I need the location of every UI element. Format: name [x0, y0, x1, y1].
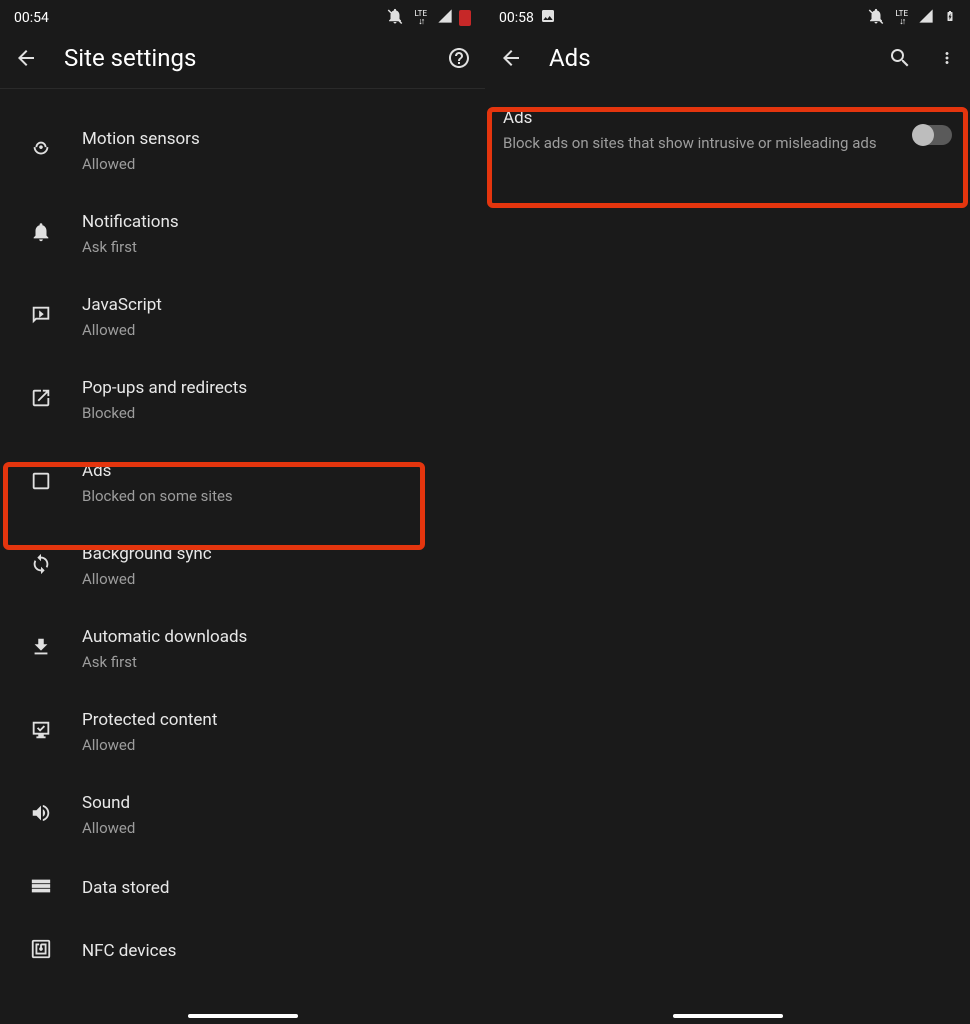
status-clock: 00:58: [499, 10, 534, 26]
nfc-icon: [30, 938, 52, 964]
item-title: Protected content: [82, 709, 485, 733]
gesture-bar: [673, 1014, 783, 1018]
notifications-item[interactable]: Notifications Ask first: [0, 195, 485, 273]
status-clock: 00:54: [14, 10, 49, 26]
ads-screen: 00:58 LTE↓↑ Ads: [485, 0, 970, 1024]
app-header: Site settings: [0, 34, 485, 88]
back-button[interactable]: [499, 46, 523, 70]
ads-item[interactable]: Ads Blocked on some sites: [0, 444, 485, 522]
battery-low-icon: [459, 10, 471, 26]
ads-toggle-switch[interactable]: [914, 125, 952, 145]
item-title: JavaScript: [82, 294, 485, 318]
item-subtitle: Allowed: [82, 818, 485, 838]
download-icon: [30, 636, 52, 662]
item-title: Data stored: [82, 877, 485, 901]
item-title: Pop-ups and redirects: [82, 377, 485, 401]
item-subtitle: Allowed: [82, 735, 485, 755]
settings-list: Motion sensors Allowed Notifications Ask…: [0, 89, 485, 980]
nfc-item[interactable]: NFC devices: [0, 922, 485, 980]
app-header: Ads: [485, 34, 970, 88]
lte-icon: LTE↓↑: [414, 10, 427, 27]
item-subtitle: Allowed: [82, 320, 485, 340]
do-not-disturb-icon: [382, 7, 404, 29]
sound-icon: [30, 802, 52, 828]
popups-item[interactable]: Pop-ups and redirects Blocked: [0, 361, 485, 439]
item-title: NFC devices: [82, 940, 485, 964]
motion-sensors-item[interactable]: Motion sensors Allowed: [0, 112, 485, 190]
protected-icon: [30, 719, 52, 745]
ads-icon: [30, 470, 52, 496]
battery-charging-icon: [940, 7, 956, 29]
ads-toggle-row[interactable]: Ads Block ads on sites that show intrusi…: [485, 93, 970, 171]
back-button[interactable]: [14, 46, 38, 70]
search-button[interactable]: [888, 46, 912, 70]
item-subtitle: Blocked: [82, 403, 485, 423]
item-subtitle: Blocked on some sites: [82, 486, 485, 506]
status-bar: 00:54 LTE↓↑: [0, 0, 485, 34]
auto-downloads-item[interactable]: Automatic downloads Ask first: [0, 610, 485, 688]
item-subtitle: Ask first: [82, 237, 485, 257]
item-subtitle: Allowed: [82, 569, 485, 589]
sound-item[interactable]: Sound Allowed: [0, 776, 485, 854]
toggle-title: Ads: [503, 107, 902, 131]
data-stored-item[interactable]: Data stored: [0, 859, 485, 917]
do-not-disturb-icon: [863, 7, 885, 29]
storage-icon: [30, 875, 52, 901]
image-icon: [540, 8, 556, 28]
signal-icon: [914, 8, 934, 28]
more-button[interactable]: [938, 46, 956, 70]
protected-content-item[interactable]: Protected content Allowed: [0, 693, 485, 771]
item-title: Notifications: [82, 211, 485, 235]
page-title: Site settings: [64, 44, 421, 72]
item-title: Automatic downloads: [82, 626, 485, 650]
bell-icon: [30, 221, 52, 247]
help-button[interactable]: [447, 46, 471, 70]
site-settings-screen: 00:54 LTE↓↑ Site settings Motion sensors: [0, 0, 485, 1024]
page-title: Ads: [549, 44, 862, 72]
item-title: Sound: [82, 792, 485, 816]
background-sync-item[interactable]: Background sync Allowed: [0, 527, 485, 605]
popup-icon: [30, 387, 52, 413]
status-bar: 00:58 LTE↓↑: [485, 0, 970, 34]
item-title: Motion sensors: [82, 128, 485, 152]
js-icon: [30, 304, 52, 330]
lte-icon: LTE↓↑: [895, 10, 908, 27]
sync-icon: [30, 553, 52, 579]
item-title: Background sync: [82, 543, 485, 567]
toggle-description: Block ads on sites that show intrusive o…: [503, 133, 902, 153]
motion-icon: [30, 138, 52, 164]
javascript-item[interactable]: JavaScript Allowed: [0, 278, 485, 356]
gesture-bar: [188, 1014, 298, 1018]
item-title: Ads: [82, 460, 485, 484]
signal-icon: [433, 8, 453, 28]
item-subtitle: Allowed: [82, 154, 485, 174]
item-subtitle: Ask first: [82, 652, 485, 672]
